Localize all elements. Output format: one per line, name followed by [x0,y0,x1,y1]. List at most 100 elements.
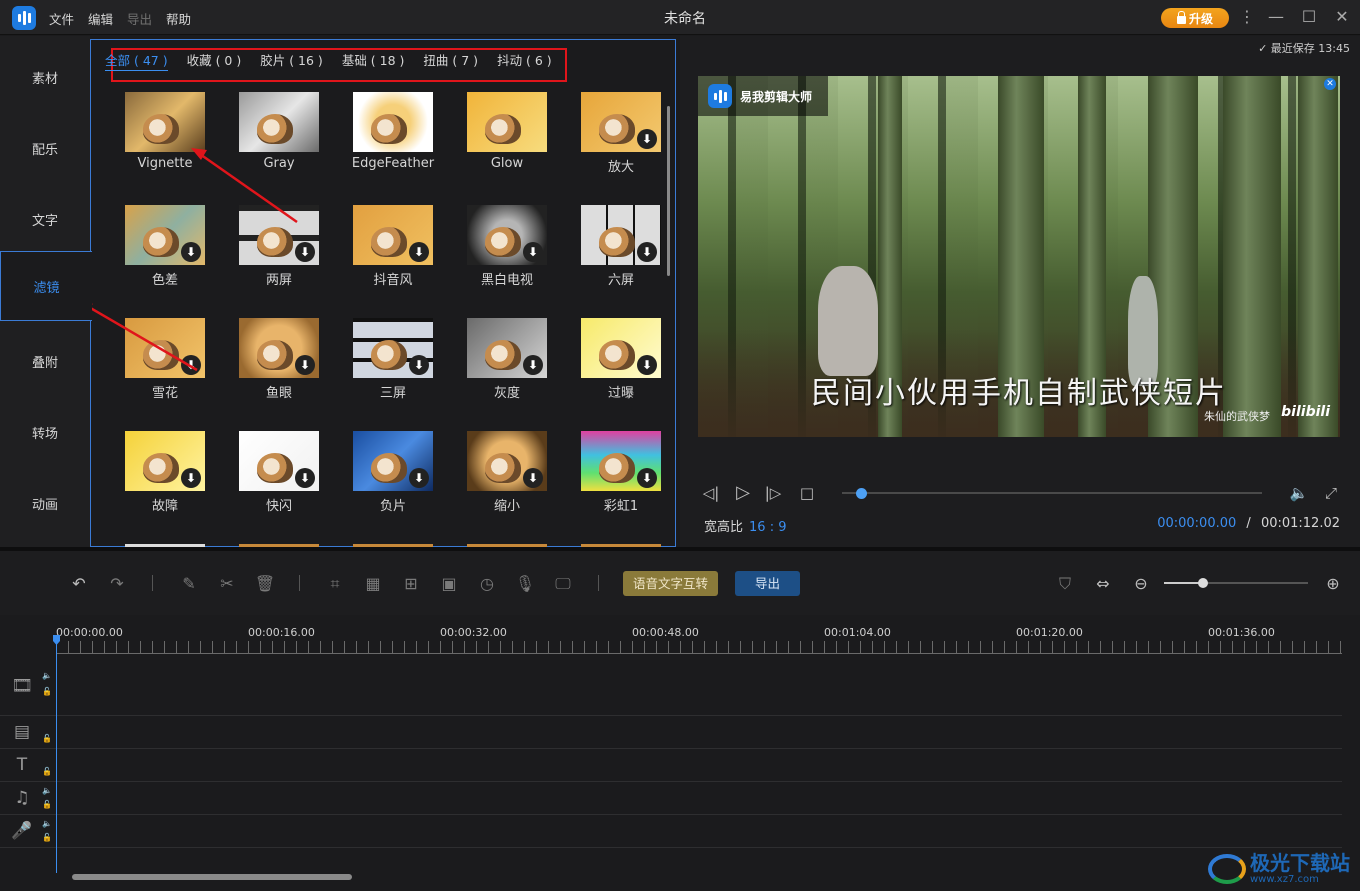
undo-icon[interactable]: ↶ [68,573,90,595]
filter-scrollbar[interactable] [667,106,670,276]
track-voice[interactable]: 🎤 🔈 🔓 [0,815,1342,848]
download-icon[interactable]: ⬇ [295,242,315,262]
filter-thumbnail[interactable]: ⬇ [353,431,433,491]
download-icon[interactable]: ⬇ [295,355,315,375]
tab-all[interactable]: 全部 ( 47 ) [105,50,168,71]
fullscreen-icon[interactable]: ⤢ [1320,482,1342,504]
filter-thumbnail[interactable]: ⬇ [467,318,547,378]
mosaic-icon[interactable]: ▦ [362,573,384,595]
close-ad-icon[interactable]: ✕ [1324,78,1336,90]
filter-item[interactable]: ⬇ 黑白电视 [467,205,547,300]
next-frame-icon[interactable]: |▷ [762,482,784,504]
filter-thumbnail[interactable]: ⬇ [581,318,661,378]
download-icon[interactable]: ⬇ [637,468,657,488]
filter-item[interactable]: ⬇ 六屏 [581,205,661,300]
filter-thumbnail[interactable]: ⬇ [581,431,661,491]
screen-record-icon[interactable]: 🖵 [552,573,574,595]
prev-frame-icon[interactable]: ◁| [700,482,722,504]
filter-item[interactable]: ⬇ 抖音风 [353,205,433,300]
filter-thumbnail[interactable]: ⬇ [353,205,433,265]
play-icon[interactable]: ▷ [732,482,754,504]
filter-thumbnail[interactable]: ⬇ [239,318,319,378]
delete-icon[interactable]: 🗑 [254,573,276,595]
zoom-handle[interactable] [1198,578,1208,588]
stop-icon[interactable]: □ [796,482,818,504]
filter-thumbnail[interactable] [353,92,433,152]
track-overlay[interactable]: ▤ 🔓 [0,716,1342,749]
maximize-icon[interactable]: ☐ [1299,7,1319,27]
timeline-scrollbar[interactable] [72,874,352,880]
zoom-in-icon[interactable]: ⊕ [1322,573,1344,595]
filter-item[interactable]: ⬇ 放大 [581,92,661,187]
filter-item[interactable]: Glow [467,92,547,187]
filter-thumbnail[interactable] [239,92,319,152]
download-icon[interactable]: ⬇ [637,242,657,262]
track-video[interactable]: 🎞 🔈 🔓 [0,655,1342,716]
filter-item[interactable]: ⬇ 色差 [125,205,205,300]
nav-music[interactable]: 配乐 [0,113,90,183]
filter-item[interactable]: ⬇ 鱼眼 [239,318,319,413]
time-ruler[interactable]: 00:00:00.00 00:00:16.00 00:00:32.00 00:00:4… [56,615,1346,655]
lock-track-icon[interactable]: 🔓 [42,800,52,809]
filter-item[interactable]: ⬇ 过曝 [581,318,661,413]
progress-track[interactable] [842,492,1262,494]
filter-thumbnail[interactable]: ⬇ [581,205,661,265]
export-button[interactable]: 导出 [735,571,800,596]
fit-icon[interactable]: ⇔ [1092,573,1114,595]
download-icon[interactable]: ⬇ [637,129,657,149]
close-icon[interactable]: ✕ [1332,7,1352,27]
video-preview[interactable]: 易我剪辑大师 ✕ 民间小伙用手机自制武侠短片 朱仙的武侠梦 bilibili [698,76,1340,437]
minimize-icon[interactable]: — [1266,7,1286,27]
mute-icon[interactable]: 🔈 [42,786,52,795]
download-icon[interactable]: ⬇ [409,355,429,375]
crop-icon[interactable]: ⌗ [324,573,346,595]
mute-icon[interactable]: 🔈 [42,671,52,680]
edit-icon[interactable]: ✎ [178,573,200,595]
download-icon[interactable]: ⬇ [523,468,543,488]
filter-item[interactable]: Gray [239,92,319,187]
filter-thumbnail[interactable] [125,92,205,152]
filter-item[interactable]: ⬇ 三屏 [353,318,433,413]
filter-thumbnail[interactable] [467,92,547,152]
speech-text-button[interactable]: 语音文字互转 [623,571,718,596]
lock-track-icon[interactable]: 🔓 [42,687,52,696]
tab-film[interactable]: 胶片 ( 16 ) [260,50,323,71]
download-icon[interactable]: ⬇ [409,242,429,262]
tab-shake[interactable]: 抖动 ( 6 ) [497,50,552,71]
menu-export[interactable]: 导出 [127,9,152,28]
nav-animation[interactable]: 动画 [0,468,90,538]
filter-item[interactable]: Vignette [125,92,205,187]
filter-item[interactable]: ⬇ 灰度 [467,318,547,413]
nav-overlay[interactable]: 叠附 [0,326,90,396]
download-icon[interactable]: ⬇ [523,242,543,262]
filter-item[interactable]: EdgeFeather [352,92,434,187]
speed-icon[interactable]: ◷ [476,573,498,595]
menu-edit[interactable]: 编辑 [88,9,113,28]
download-icon[interactable]: ⬇ [181,355,201,375]
filter-item[interactable]: ⬇ 快闪 [239,431,319,526]
download-icon[interactable]: ⬇ [523,355,543,375]
lock-track-icon[interactable]: 🔓 [42,767,52,776]
tab-favorites[interactable]: 收藏 ( 0 ) [187,50,242,71]
lock-track-icon[interactable]: 🔓 [42,734,52,743]
filter-item[interactable]: ⬇ 两屏 [239,205,319,300]
filter-thumbnail[interactable]: ⬇ [125,318,205,378]
filter-thumbnail[interactable]: ⬇ [125,431,205,491]
filter-item[interactable]: ⬇ 负片 [353,431,433,526]
nav-text[interactable]: 文字 [0,184,90,254]
upgrade-button[interactable]: 升级 [1161,8,1229,28]
download-icon[interactable]: ⬇ [637,355,657,375]
tab-basic[interactable]: 基础 ( 18 ) [342,50,405,71]
download-icon[interactable]: ⬇ [181,242,201,262]
redo-icon[interactable]: ↷ [106,573,128,595]
nav-media[interactable]: 素材 [0,42,90,112]
zoom-frame-icon[interactable]: ▣ [438,573,460,595]
playhead[interactable] [56,635,57,873]
filter-thumbnail[interactable]: ⬇ [239,205,319,265]
track-text[interactable]: T 🔓 [0,749,1342,782]
scissors-icon[interactable]: ✂ [216,573,238,595]
aspect-value[interactable]: 16 : 9 [749,520,786,535]
menu-help[interactable]: 帮助 [166,9,191,28]
download-icon[interactable]: ⬇ [295,468,315,488]
volume-icon[interactable]: 🔈 [1288,482,1310,504]
